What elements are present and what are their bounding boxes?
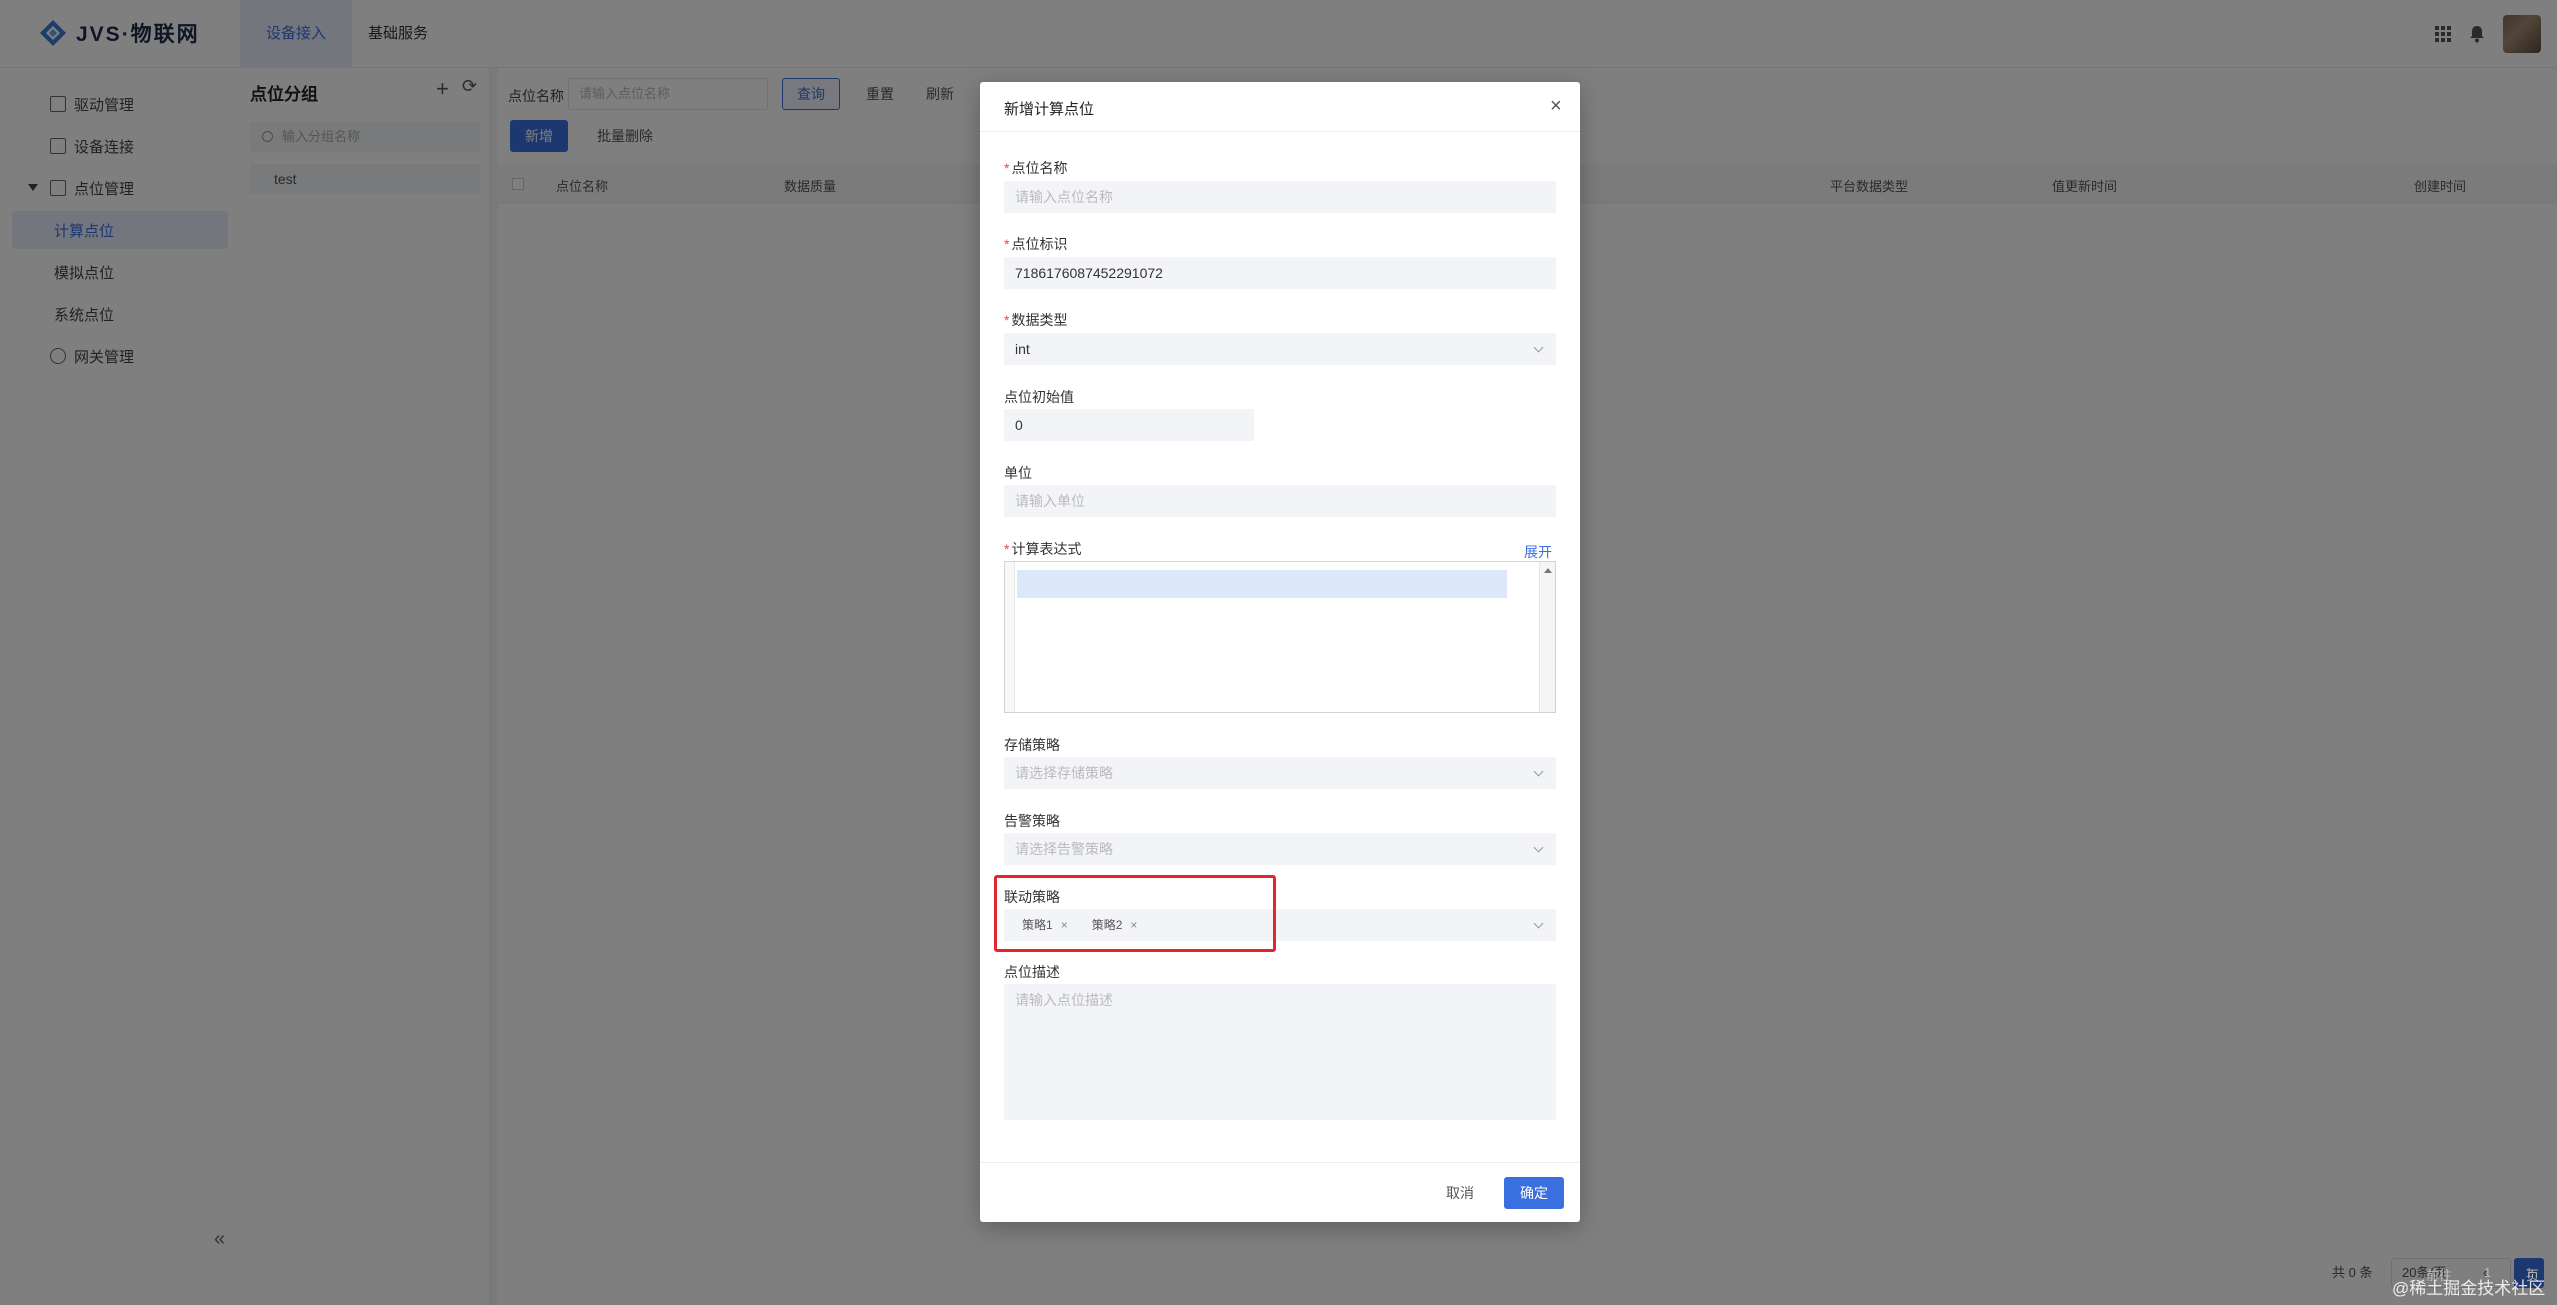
point-name-input[interactable]: 请输入点位名称: [1004, 181, 1556, 213]
unit-label: 单位: [1004, 465, 1032, 481]
storage-policy-select[interactable]: 请选择存储策略: [1004, 757, 1556, 789]
unit-input[interactable]: 请输入单位: [1004, 485, 1556, 517]
expression-label: * 计算表达式: [1004, 539, 1081, 559]
alarm-policy-select[interactable]: 请选择告警策略: [1004, 833, 1556, 865]
dialog-title: 新增计算点位: [1004, 101, 1095, 118]
alarm-policy-placeholder: 请选择告警策略: [1015, 841, 1113, 857]
field-label-text: 数据类型: [1011, 312, 1068, 328]
required-mark: *: [1004, 236, 1010, 252]
storage-policy-label: 存储策略: [1004, 737, 1060, 753]
dialog-header: 新增计算点位 ×: [980, 82, 1580, 132]
expression-editor[interactable]: [1004, 561, 1556, 713]
point-code-input[interactable]: 7186176087452291072: [1004, 257, 1556, 289]
editor-scrollbar[interactable]: [1539, 562, 1555, 712]
field-label-text: 计算表达式: [1011, 541, 1082, 557]
chevron-down-icon: [1533, 842, 1544, 853]
point-name-label: * 点位名称: [1004, 158, 1067, 178]
chevron-down-icon: [1533, 342, 1544, 353]
confirm-button[interactable]: 确定: [1504, 1177, 1564, 1209]
point-code-label: * 点位标识: [1004, 234, 1067, 254]
data-type-select[interactable]: int: [1004, 333, 1556, 365]
watermark-text: @稀土掘金技术社区: [2392, 1279, 2546, 1298]
editor-active-line: [1017, 570, 1507, 598]
data-type-label: * 数据类型: [1004, 310, 1067, 330]
description-label: 点位描述: [1004, 964, 1060, 980]
add-calculated-point-dialog: 新增计算点位 × * 点位名称 请输入点位名称 * 点位标识 71861760874…: [980, 82, 1580, 1222]
expand-expression-link[interactable]: 展开: [1524, 542, 1552, 562]
description-textarea[interactable]: 请输入点位描述: [1004, 984, 1556, 1120]
scroll-up-icon[interactable]: [1544, 568, 1552, 573]
data-type-value: int: [1015, 341, 1030, 357]
cancel-button[interactable]: 取消: [1432, 1177, 1488, 1209]
chevron-down-icon: [1533, 918, 1544, 929]
field-label-text: 点位标识: [1011, 236, 1068, 252]
annotation-highlight-box: [994, 875, 1276, 952]
close-icon[interactable]: ×: [1550, 95, 1562, 118]
chevron-down-icon: [1533, 766, 1544, 777]
alarm-policy-label: 告警策略: [1004, 813, 1060, 829]
required-mark: *: [1004, 312, 1010, 328]
storage-policy-placeholder: 请选择存储策略: [1015, 765, 1113, 781]
dialog-footer: 取消 确定: [980, 1162, 1580, 1222]
field-label-text: 点位名称: [1011, 160, 1068, 176]
initial-value-input[interactable]: 0: [1004, 409, 1254, 441]
required-mark: *: [1004, 541, 1010, 557]
editor-gutter: [1005, 562, 1015, 712]
required-mark: *: [1004, 160, 1010, 176]
initial-value-label: 点位初始值: [1004, 389, 1074, 405]
